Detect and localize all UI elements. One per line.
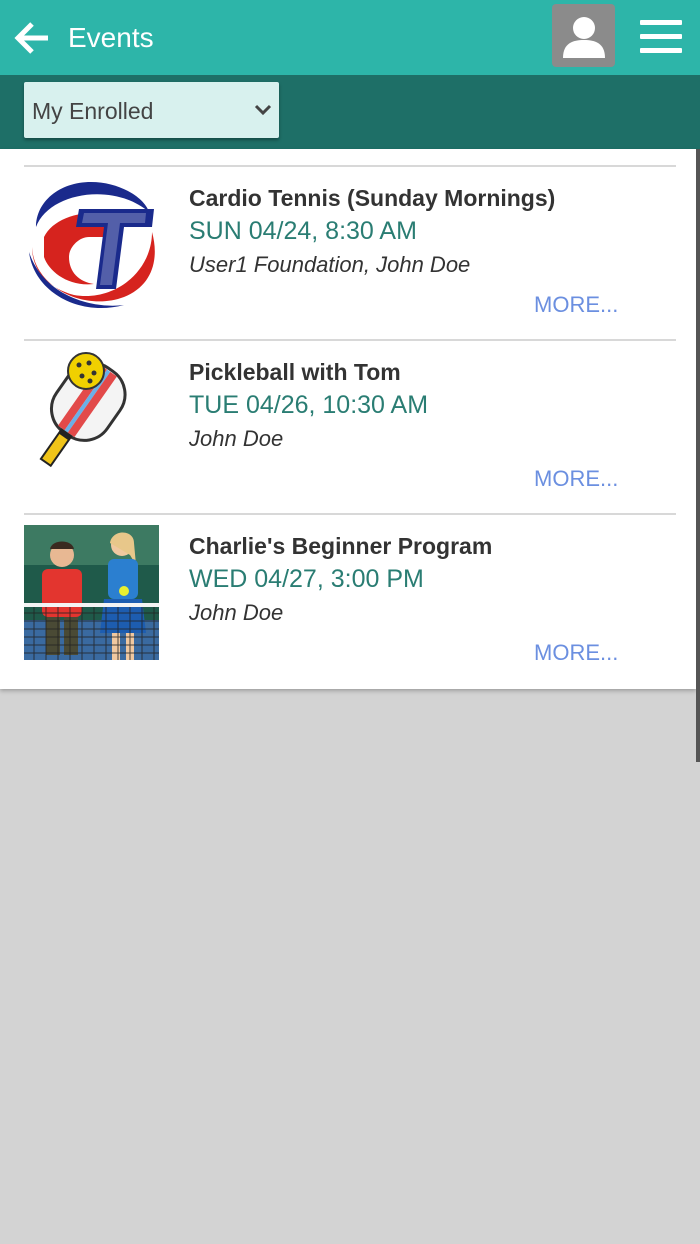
chevron-down-icon: [254, 104, 272, 116]
person-icon: [562, 16, 605, 58]
event-date: WED 04/27, 3:00 PM: [189, 565, 424, 593]
hamburger-line: [640, 48, 682, 53]
event-title: Cardio Tennis (Sunday Mornings): [189, 185, 556, 211]
more-link[interactable]: MORE...: [534, 640, 618, 666]
event-row[interactable]: Pickleball with Tom TUE 04/26, 10:30 AM …: [24, 339, 676, 515]
event-participants: John Doe: [189, 600, 284, 625]
event-title: Pickleball with Tom: [189, 359, 401, 385]
hamburger-line: [640, 34, 682, 39]
hamburger-menu-icon: [640, 20, 682, 25]
page-title: Events: [68, 22, 154, 53]
top-app-bar: Events: [0, 0, 700, 75]
menu-button[interactable]: [636, 16, 686, 58]
back-button[interactable]: [12, 18, 52, 58]
scrollbar[interactable]: [696, 149, 700, 762]
more-link[interactable]: MORE...: [534, 292, 618, 318]
kids-tennis-photo: [24, 525, 159, 660]
pickleball-paddle-icon: [24, 351, 159, 486]
more-link[interactable]: MORE...: [534, 466, 618, 492]
cardio-tennis-logo: [24, 177, 159, 312]
filter-dropdown[interactable]: My Enrolled: [24, 82, 279, 138]
event-participants: User1 Foundation, John Doe: [189, 252, 471, 277]
event-title: Charlie's Beginner Program: [189, 533, 493, 559]
event-date: TUE 04/26, 10:30 AM: [189, 391, 429, 419]
event-row[interactable]: Cardio Tennis (Sunday Mornings) SUN 04/2…: [24, 165, 676, 341]
filter-selected-value: My Enrolled: [32, 98, 154, 124]
event-row[interactable]: Charlie's Beginner Program WED 04/27, 3:…: [24, 513, 676, 689]
event-participants: John Doe: [189, 426, 284, 451]
profile-button[interactable]: [552, 4, 615, 67]
event-list: Cardio Tennis (Sunday Mornings) SUN 04/2…: [0, 149, 696, 689]
event-date: SUN 04/24, 8:30 AM: [189, 217, 417, 245]
arrow-left-icon: [14, 22, 48, 54]
